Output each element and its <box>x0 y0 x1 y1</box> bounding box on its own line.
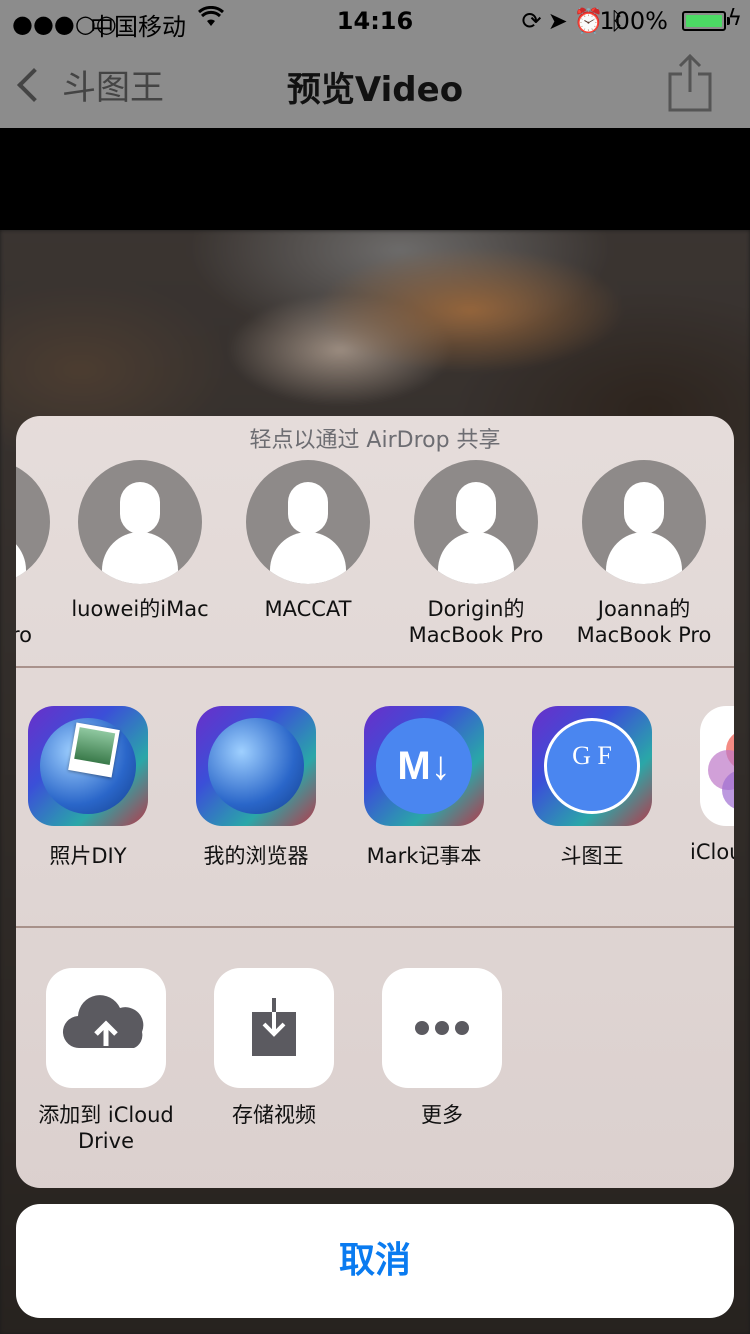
contact-name: MACCAT <box>264 597 352 621</box>
avatar <box>78 460 202 584</box>
airdrop-contact[interactable]: Dorigin的 MacBook Pro <box>392 460 560 648</box>
avatar <box>16 460 50 584</box>
share-app[interactable]: G F 斗图王 <box>508 706 676 870</box>
app-label: 照片DIY <box>49 844 127 868</box>
share-app[interactable]: 照片DIY <box>16 706 172 870</box>
battery-percent: 100% <box>599 7 668 35</box>
share-sheet: 轻点以通过 AirDrop 共享 Pro luowei的iMac MACCAT … <box>16 416 734 1188</box>
cancel-button[interactable]: 取消 <box>16 1204 734 1318</box>
doutuwang-icon: G F <box>532 706 652 826</box>
avatar <box>246 460 370 584</box>
photo-diy-icon <box>28 706 148 826</box>
action-label: 添加到 iCloud Drive <box>38 1103 174 1153</box>
airdrop-contact[interactable]: luowei的iMac <box>56 460 224 622</box>
share-app[interactable]: iClou <box>676 706 734 864</box>
share-app[interactable]: M↓ Mark记事本 <box>340 706 508 870</box>
avatar <box>414 460 538 584</box>
contact-name: luowei的iMac <box>71 597 209 621</box>
photos-icon <box>700 706 734 826</box>
app-label: 斗图王 <box>560 844 624 868</box>
charging-icon: ϟ <box>727 6 742 31</box>
share-apps-row: 照片DIY 我的浏览器 M↓ Mark记事本 G F 斗图王 iClou <box>16 706 734 886</box>
action-label: 更多 <box>421 1103 463 1127</box>
airdrop-contacts: Pro luowei的iMac MACCAT Dorigin的 MacBook … <box>16 460 734 666</box>
airdrop-contact[interactable]: Joanna的 MacBook Pro <box>560 460 728 648</box>
rotation-lock-icon: ⟳ <box>521 7 548 35</box>
more-icon <box>382 968 502 1088</box>
more-action[interactable]: 更多 <box>358 968 526 1128</box>
divider <box>16 666 734 668</box>
share-icon <box>668 53 712 112</box>
browser-icon <box>196 706 316 826</box>
contact-name: Pro <box>16 623 32 647</box>
airdrop-contact[interactable]: MACCAT <box>224 460 392 622</box>
icloud-drive-action[interactable]: 添加到 iCloud Drive <box>22 968 190 1154</box>
app-label: iClou <box>690 840 734 864</box>
page-title: 预览Video <box>286 70 464 110</box>
contact-name: Joanna的 MacBook Pro <box>576 597 712 647</box>
app-label: 我的浏览器 <box>203 844 309 868</box>
battery-icon <box>682 11 730 31</box>
share-actions-row: 添加到 iCloud Drive 存储视频 更多 <box>16 968 734 1168</box>
divider <box>16 926 734 928</box>
status-bar: ●●●○○ 中国移动 14:16 ⟳➤⏰ᛒ 100% ϟ <box>0 0 750 41</box>
avatar <box>582 460 706 584</box>
icloud-upload-icon <box>46 968 166 1088</box>
share-app[interactable]: 我的浏览器 <box>172 706 340 870</box>
markdown-icon: M↓ <box>364 706 484 826</box>
action-label: 存储视频 <box>232 1103 316 1127</box>
airdrop-title: 轻点以通过 AirDrop 共享 <box>249 428 501 453</box>
location-icon: ➤ <box>547 7 574 35</box>
battery-fill <box>686 15 722 27</box>
contact-name: Dorigin的 MacBook Pro <box>408 597 544 647</box>
navigation-bar: 斗图王 预览Video <box>0 40 750 128</box>
app-label: Mark记事本 <box>366 844 482 868</box>
share-button[interactable] <box>666 53 714 112</box>
save-video-action[interactable]: 存储视频 <box>190 968 358 1128</box>
save-video-icon <box>214 968 334 1088</box>
